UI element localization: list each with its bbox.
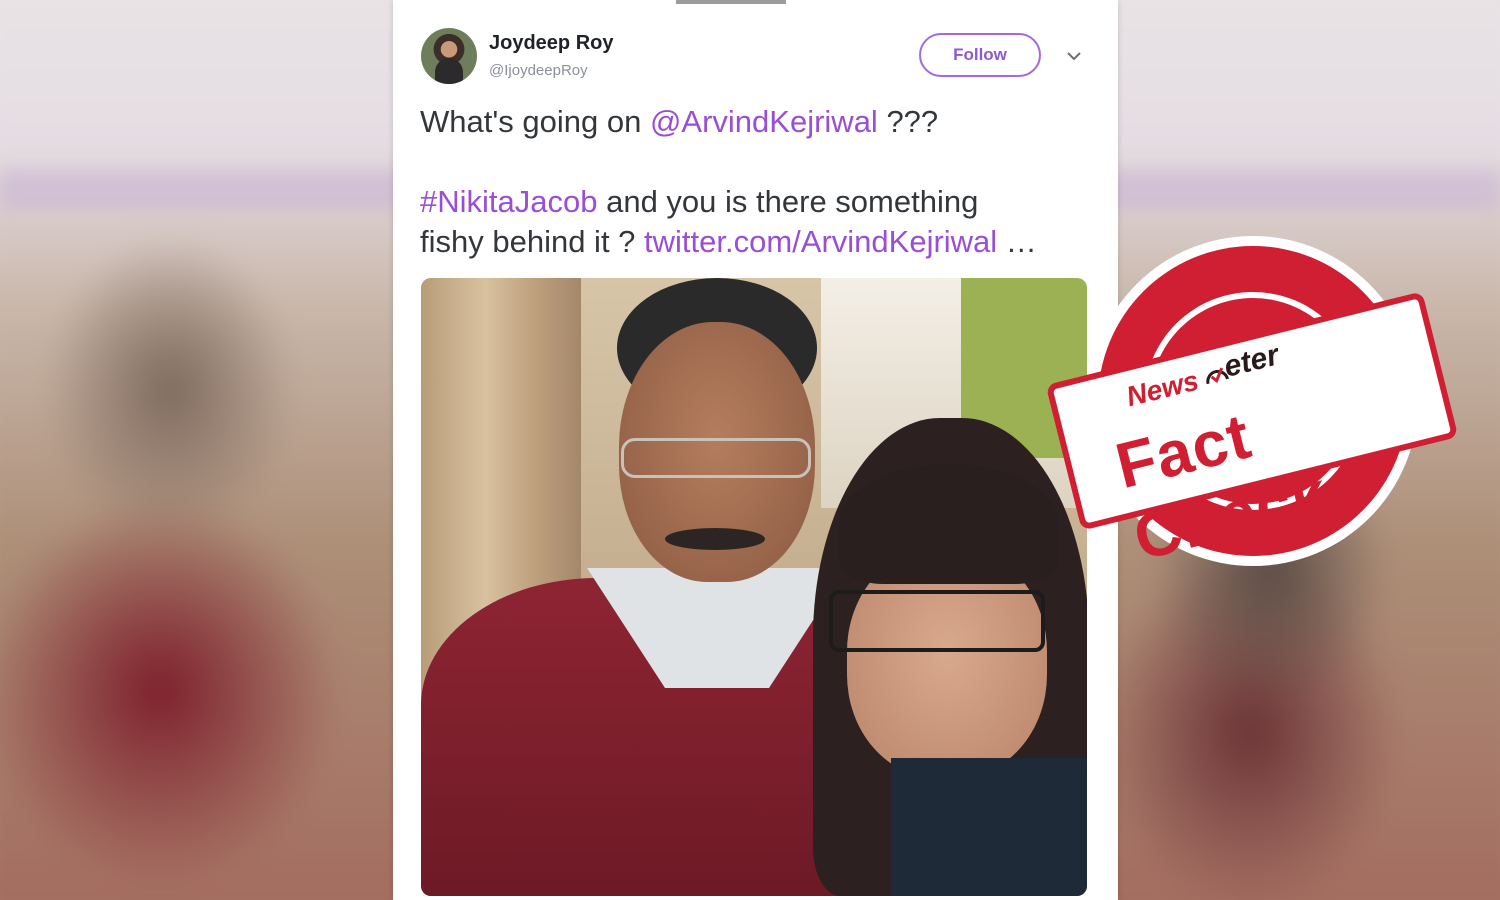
- top-divider: [676, 0, 786, 4]
- tweet-text: fishy behind it ?: [420, 224, 645, 259]
- tweet-text: and you is there something: [597, 184, 979, 219]
- brand-meter-text: eter: [1220, 338, 1283, 384]
- avatar[interactable]: [421, 28, 477, 84]
- tweet-photo[interactable]: [421, 278, 1087, 896]
- follow-button[interactable]: Follow: [919, 33, 1041, 77]
- chevron-down-icon[interactable]: [1064, 46, 1084, 66]
- tweet-text-line-3: fishy behind it ? twitter.com/ArvindKejr…: [420, 224, 1037, 260]
- tweet-text-line-1: What's going on @ArvindKejriwal ???: [420, 104, 938, 140]
- hashtag-link[interactable]: #NikitaJacob: [420, 184, 597, 219]
- author-handle[interactable]: @IjoydeepRoy: [489, 62, 588, 79]
- photo-man-glasses: [621, 438, 811, 478]
- photo-woman-bangs: [839, 464, 1059, 584]
- tweet-text-line-2: #NikitaJacob and you is there something: [420, 184, 978, 220]
- brand-news-text: News: [1123, 364, 1202, 413]
- tweet-text: ???: [877, 104, 939, 139]
- photo-woman-glasses: [829, 590, 1045, 652]
- tweet-card: Joydeep Roy @IjoydeepRoy Follow What's g…: [393, 0, 1118, 900]
- tweet-text: What's going on: [420, 104, 650, 139]
- url-link[interactable]: twitter.com/ArvindKejriwal: [644, 224, 997, 259]
- author-name[interactable]: Joydeep Roy: [489, 32, 613, 55]
- photo-man-mustache: [665, 528, 765, 550]
- photo-woman-top: [891, 758, 1087, 896]
- mention-link[interactable]: @ArvindKejriwal: [650, 104, 878, 139]
- ellipsis: …: [997, 224, 1037, 259]
